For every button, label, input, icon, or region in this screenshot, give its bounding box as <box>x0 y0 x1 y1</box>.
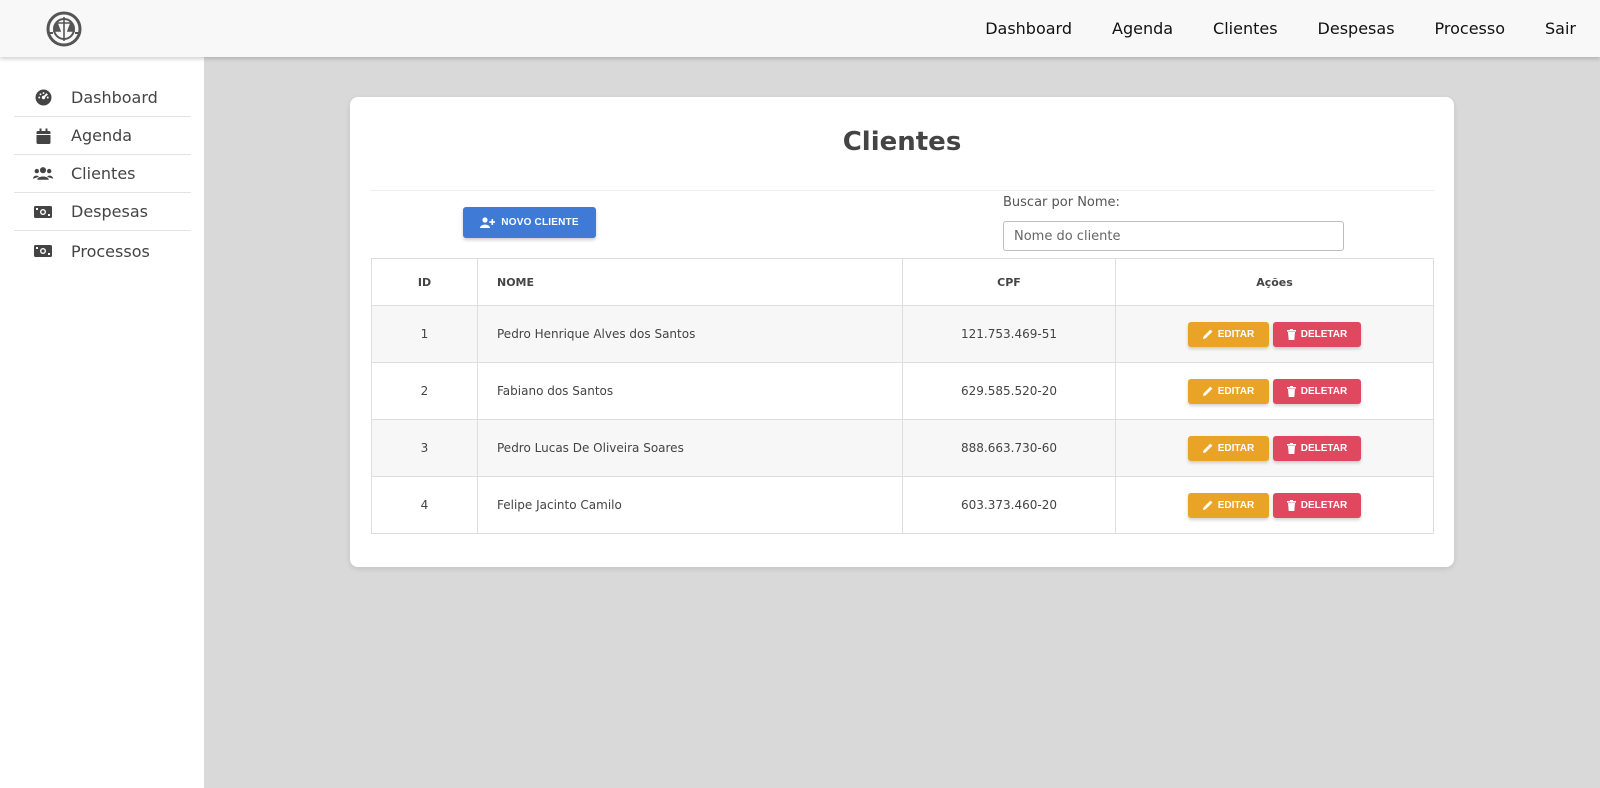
top-navbar: Dashboard Agenda Clientes Despesas Proce… <box>0 0 1600 57</box>
pencil-icon <box>1202 329 1213 339</box>
sidebar-item-label: Clientes <box>71 164 136 183</box>
cell-acoes: EDITAR DELETAR <box>1115 305 1434 363</box>
trash-icon <box>1286 499 1296 511</box>
pencil-icon <box>1202 386 1213 396</box>
sidebar-item-label: Despesas <box>71 202 148 221</box>
sidebar: Dashboard Agenda Clientes Despesas Proce… <box>0 57 204 788</box>
calendar-icon <box>33 127 53 145</box>
sidebar-item-label: Processos <box>71 241 150 261</box>
sidebar-item-agenda[interactable]: Agenda <box>14 117 191 155</box>
logo-icon[interactable] <box>44 9 84 49</box>
table-row: 2 Fabiano dos Santos 629.585.520-20 EDIT… <box>371 362 1434 420</box>
sidebar-item-processos[interactable]: Processos <box>14 232 191 270</box>
pencil-icon <box>1202 443 1213 453</box>
page-title: Clientes <box>842 127 962 157</box>
users-icon <box>33 165 53 183</box>
cell-cpf: 629.585.520-20 <box>902 362 1116 420</box>
gauge-icon <box>33 89 53 107</box>
divider <box>370 190 1434 191</box>
sidebar-item-label: Dashboard <box>71 88 158 107</box>
topnav-clientes[interactable]: Clientes <box>1213 19 1278 38</box>
cell-acoes: EDITAR DELETAR <box>1115 476 1434 534</box>
cell-nome: Fabiano dos Santos <box>477 362 903 420</box>
sidebar-item-despesas[interactable]: Despesas <box>14 193 191 231</box>
edit-button[interactable]: EDITAR <box>1188 435 1269 461</box>
clients-table: ID NOME CPF Ações 1 Pedro Henrique Alves… <box>371 258 1434 534</box>
sidebar-item-label: Agenda <box>71 126 133 145</box>
money-bill-icon <box>33 242 53 260</box>
table-row: 4 Felipe Jacinto Camilo 603.373.460-20 E… <box>371 476 1434 534</box>
search-label: Buscar por Nome: <box>1003 195 1120 210</box>
delete-button[interactable]: DELETAR <box>1273 378 1361 404</box>
topnav-sair[interactable]: Sair <box>1545 19 1576 38</box>
top-nav-links: Dashboard Agenda Clientes Despesas Proce… <box>945 0 1576 57</box>
topnav-agenda[interactable]: Agenda <box>1112 19 1173 38</box>
table-row: 1 Pedro Henrique Alves dos Santos 121.75… <box>371 305 1434 363</box>
cell-id: 4 <box>371 476 478 534</box>
topnav-dashboard[interactable]: Dashboard <box>985 19 1072 38</box>
header-id: ID <box>371 258 478 306</box>
cell-cpf: 603.373.460-20 <box>902 476 1116 534</box>
delete-button[interactable]: DELETAR <box>1273 435 1361 461</box>
new-client-button[interactable]: NOVO CLIENTE <box>463 207 596 238</box>
user-plus-icon <box>480 217 496 228</box>
cell-id: 1 <box>371 305 478 363</box>
sidebar-item-clientes[interactable]: Clientes <box>14 155 191 193</box>
table-header-row: ID NOME CPF Ações <box>371 258 1434 306</box>
edit-label: EDITAR <box>1217 328 1255 340</box>
cell-id: 3 <box>371 419 478 477</box>
trash-icon <box>1286 328 1296 340</box>
money-bill-icon <box>33 203 53 221</box>
cell-nome: Pedro Henrique Alves dos Santos <box>477 305 903 363</box>
edit-label: EDITAR <box>1217 499 1255 511</box>
edit-button[interactable]: EDITAR <box>1188 378 1269 404</box>
delete-label: DELETAR <box>1300 328 1348 340</box>
edit-label: EDITAR <box>1217 442 1255 454</box>
header-acoes: Ações <box>1115 258 1434 306</box>
sidebar-item-dashboard[interactable]: Dashboard <box>14 79 191 117</box>
table-row: 3 Pedro Lucas De Oliveira Soares 888.663… <box>371 419 1434 477</box>
delete-button[interactable]: DELETAR <box>1273 492 1361 518</box>
cell-nome: Felipe Jacinto Camilo <box>477 476 903 534</box>
clients-card: Clientes NOVO CLIENTE Buscar por Nome: I… <box>350 97 1454 567</box>
trash-icon <box>1286 442 1296 454</box>
cell-nome: Pedro Lucas De Oliveira Soares <box>477 419 903 477</box>
cell-acoes: EDITAR DELETAR <box>1115 362 1434 420</box>
edit-button[interactable]: EDITAR <box>1188 321 1269 347</box>
delete-label: DELETAR <box>1300 385 1348 397</box>
pencil-icon <box>1202 500 1213 510</box>
header-nome: NOME <box>477 258 903 306</box>
delete-button[interactable]: DELETAR <box>1273 321 1361 347</box>
cell-acoes: EDITAR DELETAR <box>1115 419 1434 477</box>
header-cpf: CPF <box>902 258 1116 306</box>
new-client-label: NOVO CLIENTE <box>501 217 579 228</box>
topnav-despesas[interactable]: Despesas <box>1318 19 1395 38</box>
delete-label: DELETAR <box>1300 499 1348 511</box>
edit-label: EDITAR <box>1217 385 1255 397</box>
topnav-processo[interactable]: Processo <box>1435 19 1505 38</box>
cell-cpf: 888.663.730-60 <box>902 419 1116 477</box>
edit-button[interactable]: EDITAR <box>1188 492 1269 518</box>
trash-icon <box>1286 385 1296 397</box>
search-input[interactable] <box>1003 221 1344 251</box>
cell-cpf: 121.753.469-51 <box>902 305 1116 363</box>
cell-id: 2 <box>371 362 478 420</box>
delete-label: DELETAR <box>1300 442 1348 454</box>
